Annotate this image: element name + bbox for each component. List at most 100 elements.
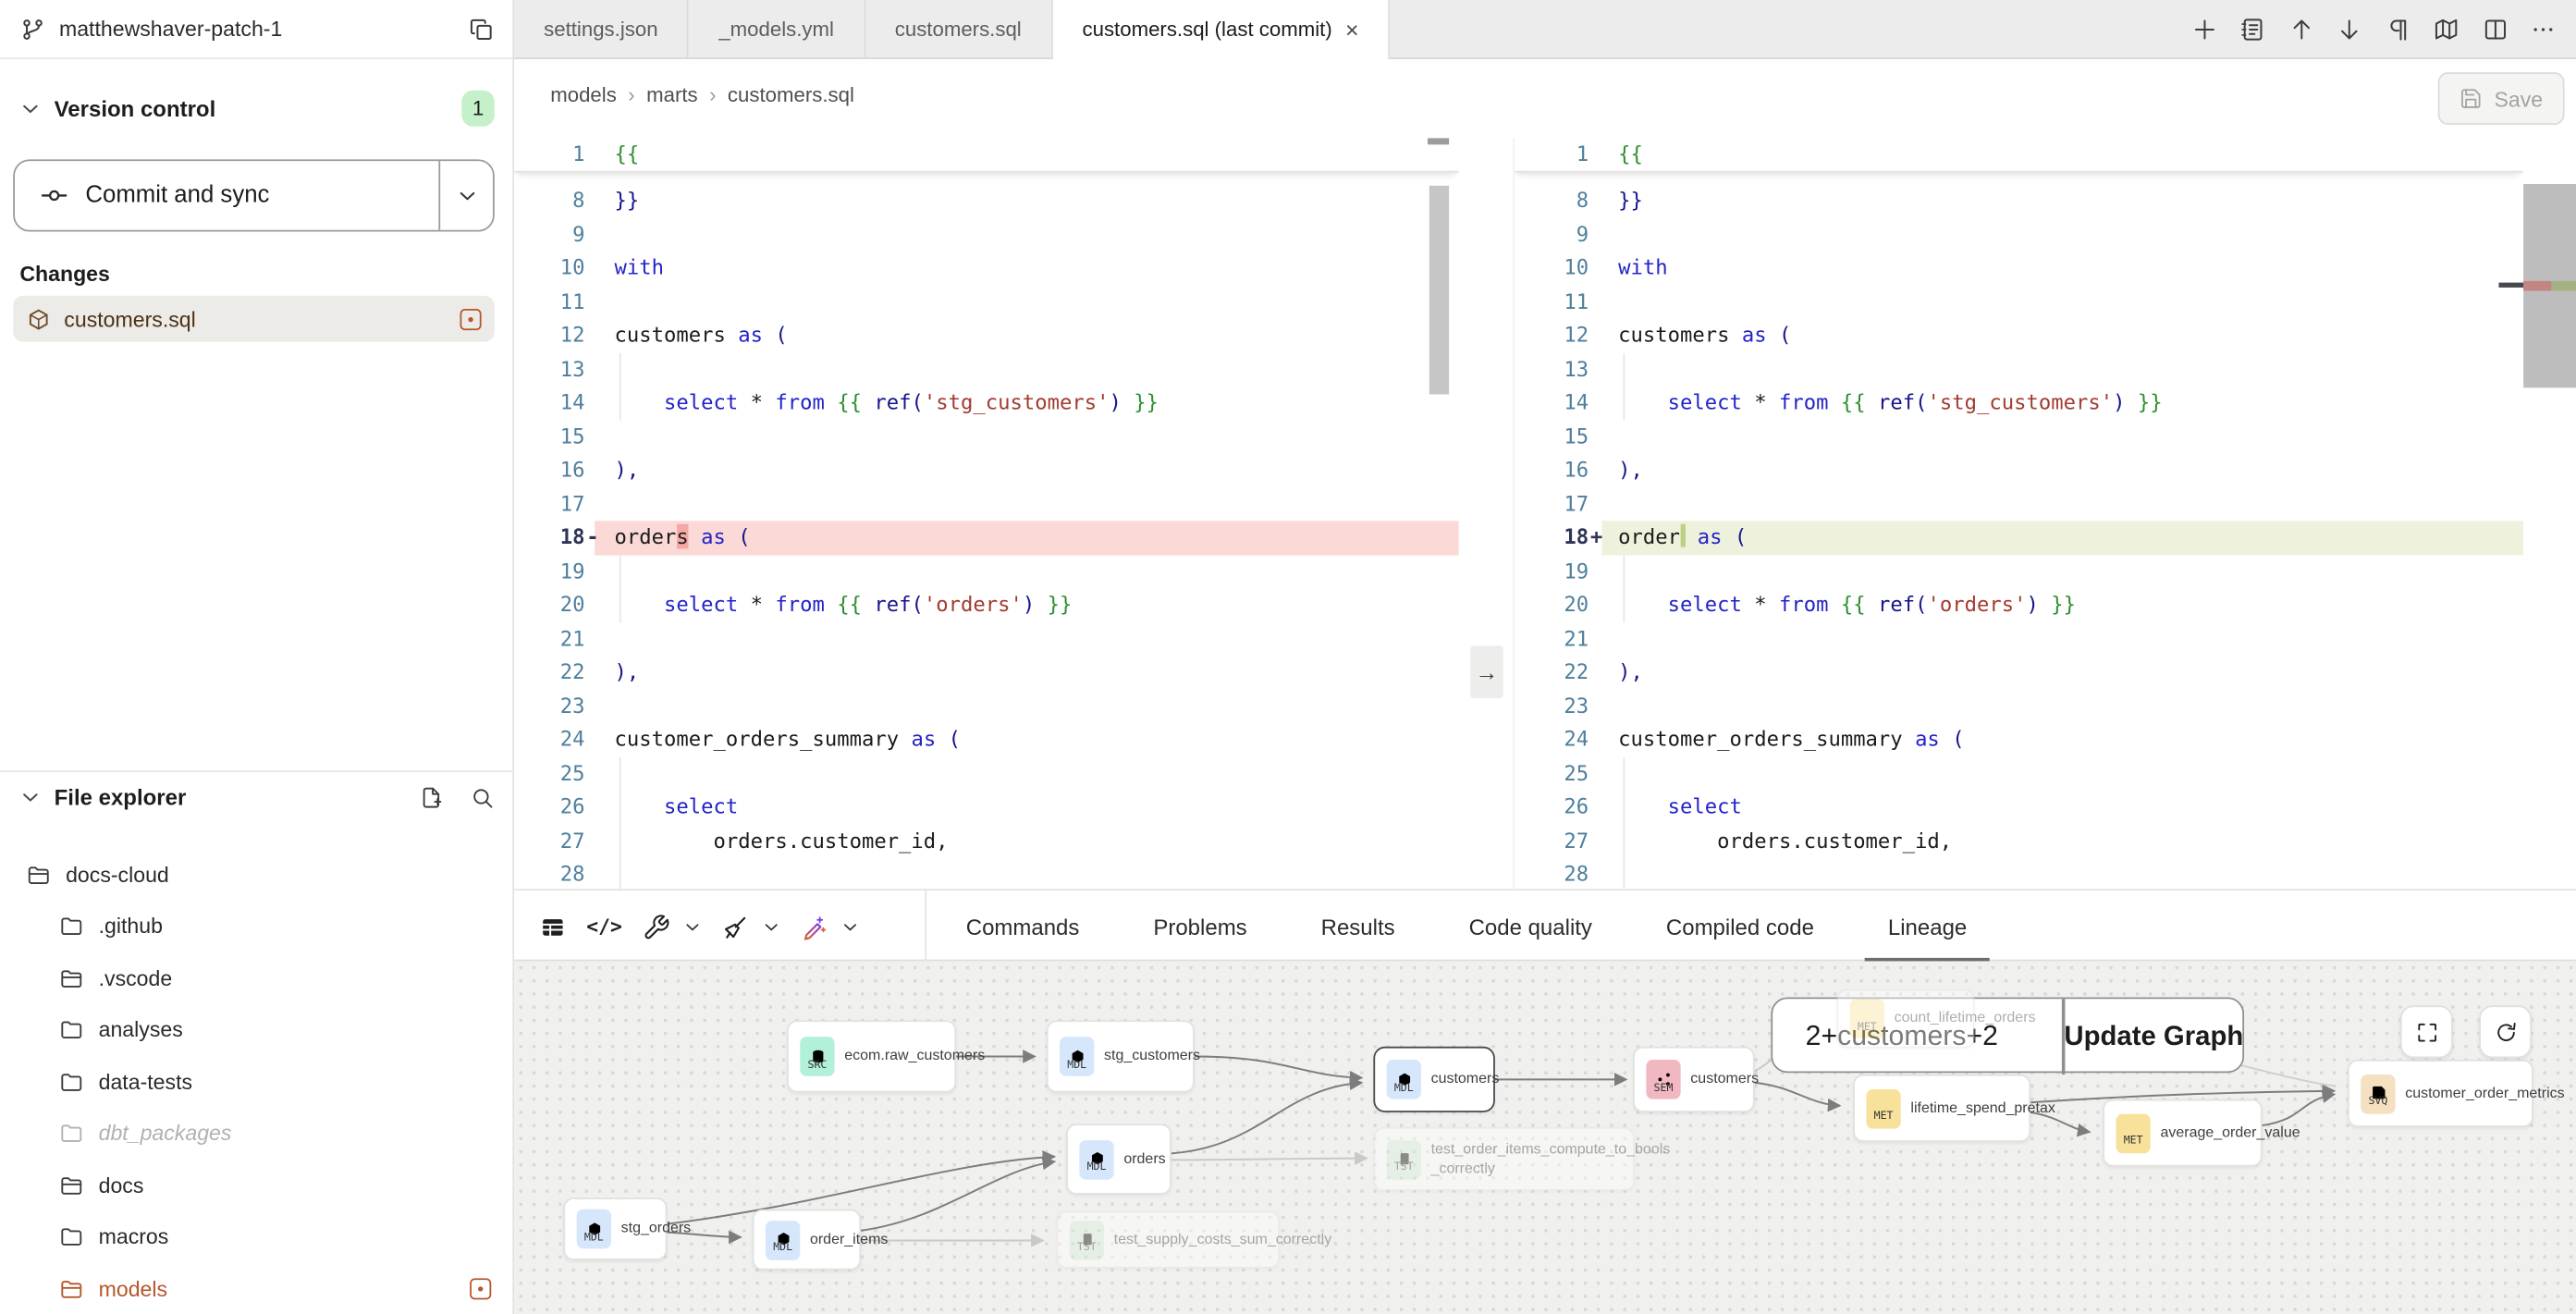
commit-and-sync-button[interactable]: Commit and sync bbox=[13, 159, 495, 231]
line-number: 18 bbox=[1515, 521, 1589, 554]
update-graph-button[interactable]: Update Graph bbox=[2062, 999, 2246, 1075]
tab--models-yml[interactable]: _models.yml bbox=[689, 0, 865, 59]
chevron-down-icon bbox=[456, 185, 477, 206]
tab-customers-sql[interactable]: customers.sql bbox=[865, 0, 1053, 59]
line-number: 13 bbox=[1515, 352, 1589, 386]
lineage-node-average-order-value[interactable]: METaverage_order_value bbox=[2103, 1099, 2262, 1167]
sidebar-item-models[interactable]: models bbox=[0, 1265, 514, 1311]
dbt-cloud-ide: matthewshaver-patch-1 Version control 1 … bbox=[0, 0, 2576, 1314]
arrow-down-icon[interactable] bbox=[2337, 17, 2362, 43]
diff-pane-original[interactable]: 1{{8}}910with1112customers as (1314 sele… bbox=[514, 138, 1459, 889]
chevron-down-icon[interactable] bbox=[683, 917, 702, 936]
sidebar-item-docs[interactable]: docs bbox=[0, 1161, 514, 1208]
copy-icon[interactable] bbox=[468, 16, 494, 42]
lineage-node-orders[interactable]: MDLorders bbox=[1066, 1124, 1171, 1194]
lineage-canvas[interactable]: SRCecom.raw_customers MDLstg_customers MDL… bbox=[514, 961, 2576, 1314]
new-file-icon[interactable] bbox=[419, 784, 444, 809]
breadcrumb-marts[interactable]: marts bbox=[646, 84, 698, 107]
line-number: 16 bbox=[1515, 453, 1589, 486]
lineage-node-lifetime-spend-pretax[interactable]: METlifetime_spend_pretax bbox=[1853, 1075, 2030, 1142]
lineage-node-test-order-items[interactable]: TSTtest_order_items_compute_to_bools_cor… bbox=[1373, 1127, 1635, 1191]
lineage-node-customers-model[interactable]: MDLcustomers bbox=[1373, 1047, 1494, 1112]
diff-pane-modified[interactable]: 1{{8}}910with1112customers as (1314 sele… bbox=[1515, 138, 2523, 889]
code-text: with bbox=[615, 252, 664, 285]
bottom-tab-compiled-code[interactable]: Compiled code bbox=[1666, 890, 1814, 963]
version-control-header[interactable]: Version control 1 bbox=[0, 85, 514, 131]
sidebar-item-docs-cloud[interactable]: docs-cloud bbox=[0, 851, 514, 897]
close-icon[interactable]: × bbox=[1345, 18, 1359, 42]
bottom-tab-results[interactable]: Results bbox=[1321, 890, 1395, 963]
sidebar-item-.vscode[interactable]: .vscode bbox=[0, 954, 514, 1001]
mdl-badge: MDL bbox=[1387, 1060, 1421, 1099]
magic-icon[interactable] bbox=[800, 913, 828, 940]
pilcrow-icon[interactable] bbox=[2385, 17, 2410, 43]
refresh-graph-button[interactable] bbox=[2479, 1005, 2532, 1058]
code-line: 10with bbox=[1515, 252, 2523, 285]
split-editor-icon[interactable] bbox=[2482, 17, 2508, 43]
bottom-tab-problems[interactable]: Problems bbox=[1153, 890, 1246, 963]
bottom-tab-lineage[interactable]: Lineage bbox=[1888, 890, 1967, 963]
line-number: 24 bbox=[1515, 723, 1589, 756]
node-label: customer_order_metrics bbox=[2405, 1084, 2564, 1102]
bottom-tab-commands[interactable]: Commands bbox=[966, 890, 1080, 963]
breadcrumb-file[interactable]: customers.sql bbox=[728, 84, 854, 107]
lineage-node-customers-semantic[interactable]: SEMcustomers bbox=[1633, 1047, 1754, 1112]
more-icon[interactable] bbox=[2530, 17, 2556, 43]
code-line: 22), bbox=[514, 656, 1459, 689]
tst-badge: TST bbox=[1387, 1139, 1421, 1179]
save-button[interactable]: Save bbox=[2438, 72, 2565, 125]
breadcrumb-row: models › marts › customers.sql Save bbox=[514, 59, 2576, 138]
lineage-node-count-lifetime-orders[interactable]: METcount_lifetime_orders bbox=[1836, 989, 1974, 1049]
chevron-down-icon[interactable] bbox=[19, 786, 41, 807]
tab-customers-sql-last-commit-[interactable]: customers.sql (last commit)× bbox=[1053, 0, 1391, 59]
code-line-changed: 18+order as ( bbox=[1515, 521, 2523, 554]
code-line: 1{{ bbox=[514, 138, 1459, 171]
sidebar-item-data-tests[interactable]: data-tests bbox=[0, 1058, 514, 1104]
arrow-up-icon[interactable] bbox=[2288, 17, 2313, 43]
code-line: 20 select * from {{ ref('orders') }} bbox=[1515, 588, 2523, 621]
lineage-node-stg-customers[interactable]: MDLstg_customers bbox=[1047, 1020, 1195, 1092]
node-label: orders bbox=[1123, 1150, 1165, 1169]
commit-options-dropdown[interactable] bbox=[438, 161, 493, 230]
changed-file-row[interactable]: customers.sql bbox=[13, 296, 495, 342]
left-pane-scrollbar[interactable] bbox=[1429, 186, 1449, 395]
lineage-node-customer-order-metrics[interactable]: SVQcustomer_order_metrics bbox=[2348, 1060, 2533, 1127]
fullscreen-button[interactable] bbox=[2400, 1005, 2453, 1058]
bottom-tab-code-quality[interactable]: Code quality bbox=[1469, 890, 1592, 963]
tab-settings-json[interactable]: settings.json bbox=[514, 0, 689, 59]
notebook-icon[interactable] bbox=[2239, 17, 2265, 43]
lineage-node-order-items[interactable]: MDLorder_items bbox=[753, 1210, 861, 1271]
node-kind-label: MDL bbox=[1394, 1082, 1414, 1093]
node-label: stg_orders bbox=[621, 1220, 692, 1238]
chevron-down-icon[interactable] bbox=[840, 917, 859, 936]
chevron-down-icon[interactable] bbox=[762, 917, 780, 936]
broom-icon[interactable] bbox=[720, 913, 748, 940]
lineage-node-ecom-raw-customers[interactable]: SRCecom.raw_customers bbox=[787, 1020, 956, 1092]
sidebar-item-macros[interactable]: macros bbox=[0, 1213, 514, 1259]
node-label: customers bbox=[1431, 1070, 1500, 1088]
indent-guide bbox=[619, 352, 621, 420]
lineage-node-test-supply-costs[interactable]: TSTtest_supply_costs_sum_correctly bbox=[1056, 1210, 1280, 1268]
bottom-panel-bar: </> Commands Problems Results Code quality C… bbox=[514, 889, 2576, 961]
sidebar-item-analyses[interactable]: analyses bbox=[0, 1006, 514, 1052]
wrench-icon[interactable] bbox=[642, 913, 669, 940]
sidebar-item-dbt_packages[interactable]: dbt_packages bbox=[0, 1110, 514, 1156]
search-icon[interactable] bbox=[470, 784, 495, 809]
sidebar-item-.github[interactable]: .github bbox=[0, 903, 514, 949]
minimap-position-mark bbox=[2498, 282, 2523, 287]
line-number: 21 bbox=[1515, 622, 1589, 656]
indent-guide bbox=[1623, 352, 1625, 420]
breadcrumb-models[interactable]: models bbox=[550, 84, 617, 107]
plus-icon[interactable] bbox=[2190, 17, 2216, 43]
lineage-node-stg-orders[interactable]: MDLstg_orders bbox=[563, 1197, 667, 1260]
table-icon[interactable] bbox=[539, 913, 567, 940]
apply-change-arrow-button[interactable]: → bbox=[1470, 645, 1503, 698]
node-kind-label: TST bbox=[1394, 1161, 1414, 1173]
code-icon[interactable]: </> bbox=[586, 915, 622, 939]
code-line: 14 select * from {{ ref('stg_customers')… bbox=[514, 387, 1459, 420]
code-text: }} bbox=[1618, 184, 1643, 217]
commit-and-sync-main[interactable]: Commit and sync bbox=[15, 161, 438, 230]
map-icon[interactable] bbox=[2433, 17, 2459, 43]
chevron-down-icon[interactable] bbox=[19, 98, 41, 119]
editor-toolbar-icons bbox=[2190, 0, 2566, 59]
